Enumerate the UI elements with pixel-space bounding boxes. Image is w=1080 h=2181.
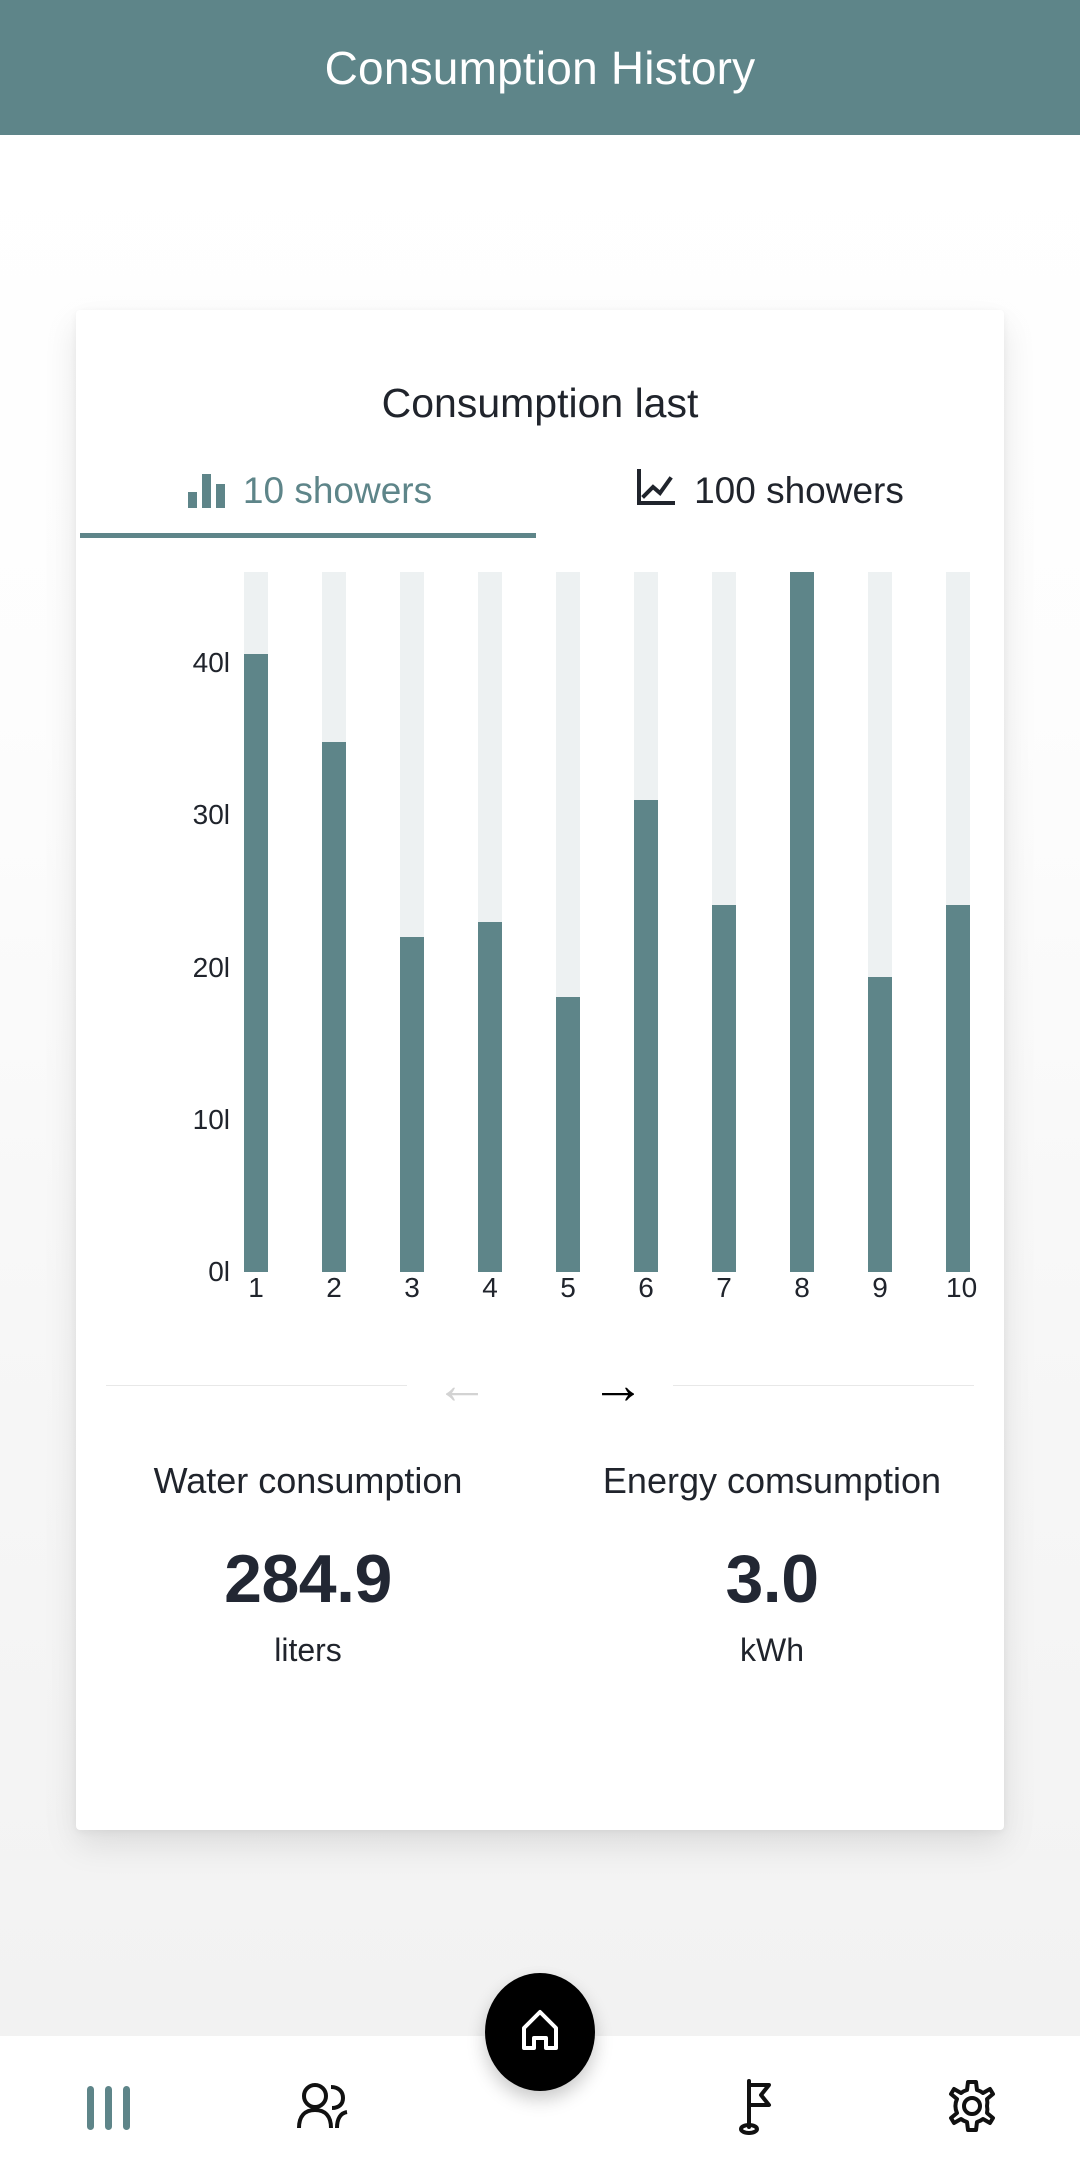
- x-axis-tick-label: 1: [248, 1272, 264, 1303]
- y-axis-tick-label: 40l: [192, 647, 230, 679]
- summary-stats: Water consumption 284.9 liters Energy co…: [76, 1460, 1004, 1669]
- chart-pager: ← →: [76, 1358, 1004, 1412]
- y-axis-tick-label: 30l: [192, 799, 230, 831]
- sliders-icon: [86, 2086, 130, 2130]
- stat-energy-consumption: Energy comsumption 3.0 kWh: [540, 1460, 1004, 1669]
- nav-item-users[interactable]: [216, 2035, 432, 2181]
- bar-column[interactable]: [478, 572, 502, 1272]
- arrow-left-icon: ←: [435, 1355, 489, 1415]
- stat-water-unit: liters: [274, 1632, 342, 1669]
- chart-x-axis: 1 2 3 4 5 6 7 8 9 10: [244, 1272, 978, 1304]
- bar-column[interactable]: [868, 572, 892, 1272]
- chart-plot-area: [244, 572, 970, 1272]
- y-axis-tick-label: 10l: [192, 1103, 230, 1135]
- bar-fill: [244, 654, 268, 1272]
- nav-item-settings[interactable]: [864, 2035, 1080, 2181]
- x-axis-tick-label: 7: [716, 1272, 732, 1303]
- tab-100-showers-label: 100 showers: [694, 469, 904, 511]
- bar-fill: [946, 905, 970, 1272]
- bottom-navigation-bar: [0, 1973, 1080, 2181]
- bar-column[interactable]: [712, 572, 736, 1272]
- bar-column[interactable]: [946, 572, 970, 1272]
- chart-y-axis: 40l 30l 20l 10l 0l: [110, 572, 230, 1287]
- y-axis-tick-label: 20l: [192, 951, 230, 983]
- y-axis-tick-label: 0l: [208, 1256, 230, 1287]
- card-title: Consumption last: [381, 380, 699, 426]
- stat-water-consumption: Water consumption 284.9 liters: [76, 1460, 540, 1669]
- bar-fill: [400, 937, 424, 1272]
- flag-icon: [733, 2077, 779, 2140]
- consumption-card: Consumption last 10 showers 100 showers …: [76, 310, 1004, 1830]
- x-axis-tick-label: 4: [482, 1272, 498, 1303]
- bar-fill: [790, 572, 814, 1272]
- pager-rule-left: [106, 1384, 407, 1386]
- x-axis-tick-label: 3: [404, 1272, 420, 1303]
- bar-column[interactable]: [556, 572, 580, 1272]
- tab-10-showers-label: 10 showers: [242, 469, 433, 511]
- bar-column[interactable]: [400, 572, 424, 1272]
- bar-column[interactable]: [634, 572, 658, 1272]
- nav-item-home[interactable]: [432, 1973, 648, 2181]
- line-chart-icon: [636, 469, 676, 512]
- home-icon: [516, 2006, 564, 2059]
- pager-next-button[interactable]: →: [563, 1358, 673, 1412]
- pager-prev-button[interactable]: ←: [407, 1358, 517, 1412]
- nav-item-stats[interactable]: [0, 2035, 216, 2181]
- bottom-nav-items: [0, 1973, 1080, 2181]
- x-axis-tick-label: 8: [794, 1272, 810, 1303]
- nav-item-goals[interactable]: [648, 2035, 864, 2181]
- bar-fill: [634, 800, 658, 1272]
- stat-water-label: Water consumption: [153, 1460, 463, 1501]
- bar-fill: [712, 905, 736, 1272]
- page-title: Consumption History: [324, 41, 756, 94]
- x-axis-tick-label: 6: [638, 1272, 654, 1303]
- bar-chart-icon: [187, 473, 225, 508]
- stat-energy-value: 3.0: [725, 1541, 819, 1618]
- pager-rule-right: [673, 1384, 974, 1386]
- bar-column[interactable]: [244, 572, 268, 1272]
- x-axis-tick-label: 5: [560, 1272, 576, 1303]
- x-axis-tick-label: 10: [946, 1272, 978, 1303]
- bar-fill: [556, 996, 580, 1272]
- bar-column[interactable]: [322, 572, 346, 1272]
- bar-fill: [868, 976, 892, 1272]
- consumption-bar-chart: 40l 30l 20l 10l 0l 1 2 3 4 5 6 7 8 9 10: [76, 572, 1004, 1303]
- x-axis-tick-label: 2: [326, 1272, 342, 1303]
- bar-column[interactable]: [790, 572, 814, 1272]
- bar-fill: [478, 922, 502, 1272]
- gear-icon: [944, 2078, 1000, 2139]
- tab-10-showers[interactable]: 10 showers: [80, 469, 540, 538]
- tab-bar: 10 showers 100 showers: [76, 469, 1004, 538]
- x-axis-tick-label: 9: [872, 1272, 888, 1303]
- home-fab-button[interactable]: [485, 1973, 595, 2091]
- tab-100-showers[interactable]: 100 showers: [540, 469, 1000, 538]
- bar-fill: [322, 742, 346, 1272]
- app-bar: Consumption History: [0, 0, 1080, 135]
- stat-energy-unit: kWh: [740, 1632, 804, 1669]
- users-icon: [295, 2080, 353, 2137]
- stat-energy-label: Energy comsumption: [602, 1460, 942, 1501]
- stat-water-value: 284.9: [224, 1541, 392, 1618]
- arrow-right-icon: →: [591, 1355, 645, 1415]
